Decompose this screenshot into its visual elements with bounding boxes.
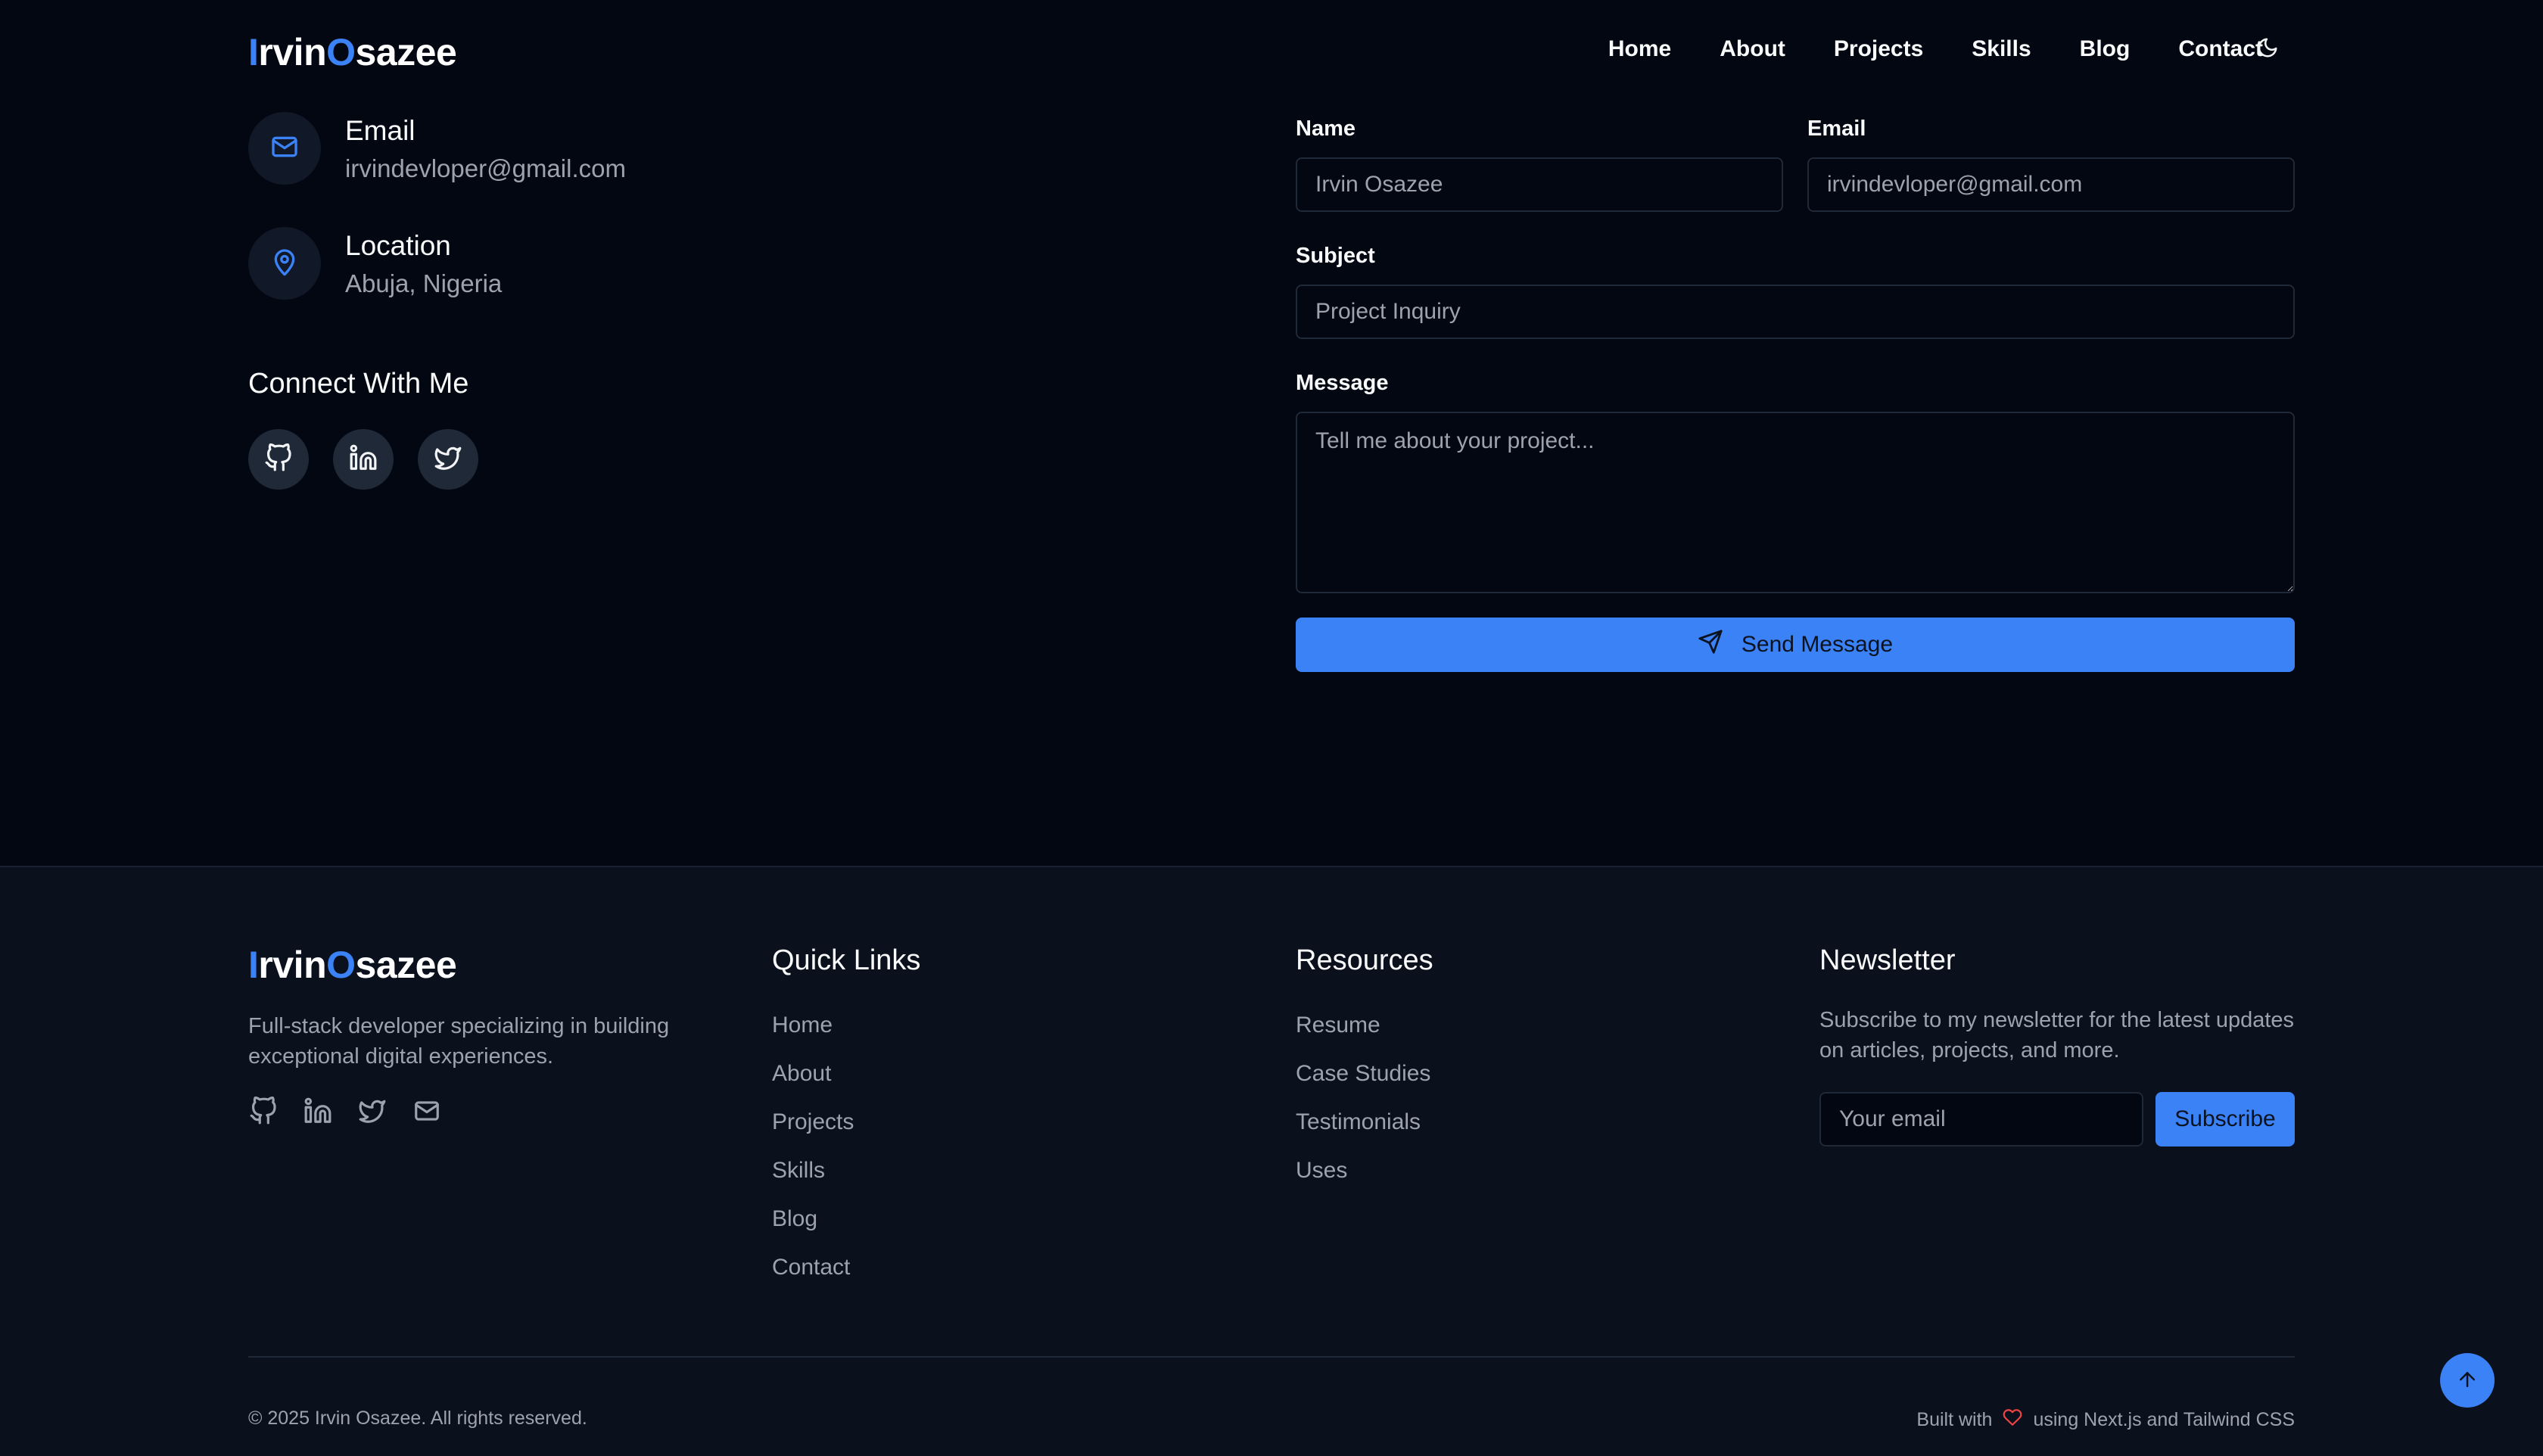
built-with-suffix: using Next.js and Tailwind CSS	[2033, 1409, 2295, 1430]
footer-link-resume[interactable]: Resume	[1296, 1010, 1430, 1059]
nav-home[interactable]: Home	[1608, 36, 1671, 62]
footer-logo-initial-first: I	[248, 944, 259, 986]
contact-email-item: Email irvindevloper@gmail.com	[248, 112, 626, 185]
arrow-up-icon	[2456, 1368, 2479, 1393]
footer-logo-initial-last: O	[326, 944, 356, 986]
email-value[interactable]: irvindevloper@gmail.com	[345, 154, 626, 183]
logo[interactable]: IrvinOsazee	[248, 30, 457, 74]
main-nav: Home About Projects Skills Blog Contact	[1560, 36, 2263, 62]
github-icon[interactable]	[248, 1096, 279, 1126]
social-links	[248, 429, 478, 490]
subscribe-button[interactable]: Subscribe	[2155, 1092, 2295, 1146]
page: IrvinOsazee Home About Projects Skills B…	[0, 0, 2543, 1456]
send-message-button[interactable]: Send Message	[1296, 618, 2295, 672]
nav-skills[interactable]: Skills	[1972, 36, 2031, 62]
name-label: Name	[1296, 117, 1356, 141]
footer-logo-last-rest: sazee	[355, 944, 457, 986]
email-label: Email	[1807, 117, 1866, 141]
github-icon	[264, 443, 293, 476]
footer-divider	[248, 1356, 2295, 1358]
resources-list: Resume Case Studies Testimonials Uses	[1296, 1010, 1430, 1204]
footer-link-contact[interactable]: Contact	[772, 1252, 854, 1301]
copyright-text: © 2025 Irvin Osazee. All rights reserved…	[248, 1408, 587, 1429]
footer-link-testimonials[interactable]: Testimonials	[1296, 1107, 1430, 1156]
footer-link-uses[interactable]: Uses	[1296, 1156, 1430, 1204]
newsletter-title: Newsletter	[1819, 944, 1956, 976]
logo-initial-last: O	[326, 31, 356, 73]
footer-link-home[interactable]: Home	[772, 1010, 854, 1059]
nav-about[interactable]: About	[1720, 36, 1785, 62]
nav-contact[interactable]: Contact	[2178, 36, 2263, 62]
footer-description: Full-stack developer specializing in bui…	[248, 1014, 670, 1069]
twitter-link[interactable]	[418, 429, 478, 490]
footer-logo-first-rest: rvin	[258, 944, 327, 986]
twitter-icon[interactable]	[357, 1096, 388, 1126]
message-textarea[interactable]	[1296, 412, 2295, 593]
mail-icon	[269, 132, 300, 166]
footer-logo[interactable]: IrvinOsazee	[248, 943, 457, 987]
subject-label: Subject	[1296, 244, 1375, 268]
built-with-text: Built with using Next.js and Tailwind CS…	[1916, 1408, 2295, 1433]
quick-links-list: Home About Projects Skills Blog Contact	[772, 1010, 854, 1301]
newsletter-description: Subscribe to my newsletter for the lates…	[1819, 1008, 2295, 1062]
footer-link-case-studies[interactable]: Case Studies	[1296, 1059, 1430, 1107]
heart-icon	[2003, 1408, 2022, 1433]
nav-projects[interactable]: Projects	[1834, 36, 1923, 62]
github-link[interactable]	[248, 429, 309, 490]
linkedin-icon[interactable]	[303, 1096, 333, 1126]
contact-location-item: Location Abuja, Nigeria	[248, 227, 502, 300]
resources-title: Resources	[1296, 944, 1433, 976]
moon-icon	[2256, 36, 2279, 63]
linkedin-link[interactable]	[333, 429, 394, 490]
quick-links-title: Quick Links	[772, 944, 921, 976]
send-message-label: Send Message	[1741, 632, 1894, 657]
footer-link-blog[interactable]: Blog	[772, 1204, 854, 1252]
built-with-prefix: Built with	[1916, 1409, 1993, 1430]
theme-toggle-button[interactable]	[2252, 33, 2283, 65]
name-input[interactable]	[1296, 157, 1783, 212]
message-label: Message	[1296, 371, 1389, 395]
footer-link-about[interactable]: About	[772, 1059, 854, 1107]
location-icon-circle	[248, 227, 321, 300]
site-header: IrvinOsazee Home About Projects Skills B…	[0, 0, 2543, 103]
twitter-icon	[434, 443, 462, 476]
footer-social-links	[248, 1096, 442, 1126]
linkedin-icon	[349, 443, 378, 476]
subject-input[interactable]	[1296, 285, 2295, 339]
location-title: Location	[345, 230, 451, 261]
send-icon	[1698, 629, 1723, 661]
scroll-to-top-button[interactable]	[2440, 1353, 2495, 1408]
footer-link-projects[interactable]: Projects	[772, 1107, 854, 1156]
email-title: Email	[345, 115, 416, 146]
logo-last-rest: sazee	[355, 31, 457, 73]
mail-icon[interactable]	[412, 1096, 442, 1126]
logo-initial-first: I	[248, 31, 259, 73]
map-pin-icon	[269, 247, 300, 281]
location-value: Abuja, Nigeria	[345, 269, 503, 297]
nav-blog[interactable]: Blog	[2080, 36, 2131, 62]
footer-link-skills[interactable]: Skills	[772, 1156, 854, 1204]
logo-first-rest: rvin	[258, 31, 327, 73]
connect-title: Connect With Me	[248, 368, 469, 400]
email-input[interactable]	[1807, 157, 2295, 212]
newsletter-email-input[interactable]	[1819, 1092, 2143, 1146]
email-icon-circle	[248, 112, 321, 185]
